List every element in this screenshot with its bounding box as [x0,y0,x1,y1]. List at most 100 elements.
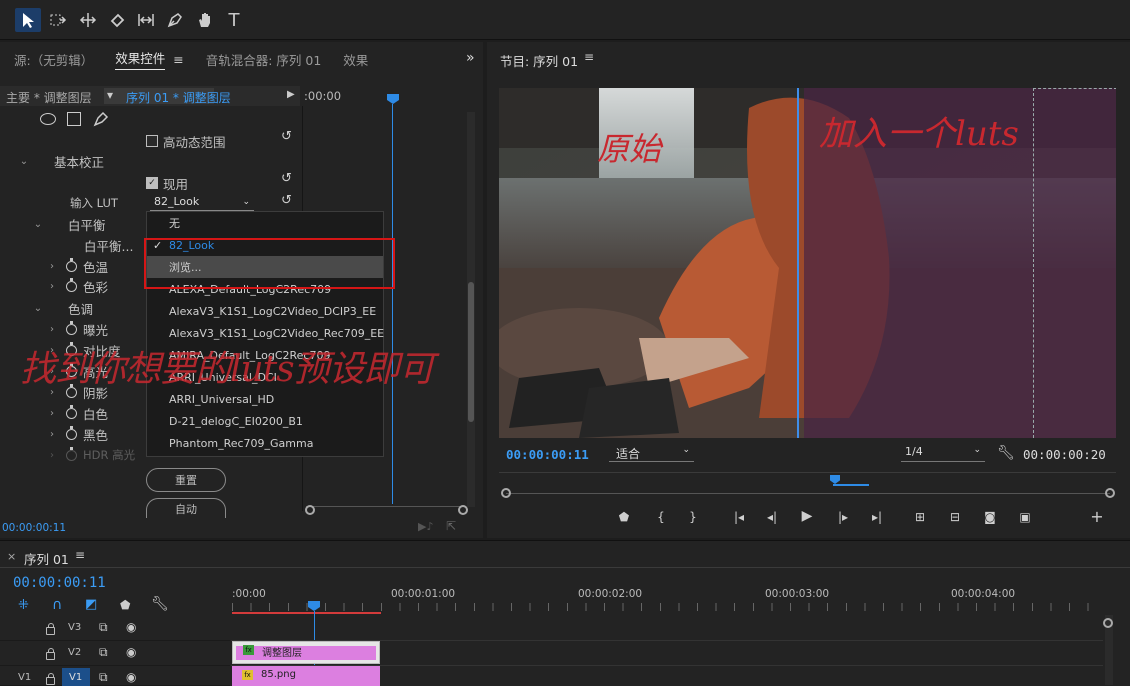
tab-effects[interactable]: 效果 [343,50,368,69]
add-marker-icon[interactable]: ⬟ [614,510,634,524]
camera-icon[interactable]: ◙ [980,510,1000,524]
lut-menu-item[interactable]: AlexaV3_K1S1_LogC2Video_DCIP3_EE [147,300,383,322]
selection-tool-icon[interactable] [15,8,41,32]
rect-mask-icon[interactable] [67,112,81,126]
stopwatch-icon[interactable] [66,404,77,419]
linked-selection-icon[interactable]: ◩ [85,597,97,612]
tint-row[interactable]: › 色彩 [44,276,108,296]
input-lut-dropdown[interactable]: 82_Look ⌄ [150,193,254,211]
lut-menu-item[interactable]: 无 [147,212,383,234]
add-marker-icon[interactable]: ⬟ [120,598,130,612]
track-name[interactable]: V2 [68,647,81,658]
chevron-down-icon[interactable]: ⌄ [30,303,46,314]
snap-magnet-icon[interactable]: ∩ [52,597,62,613]
go-to-in-icon[interactable]: |◂ [729,510,749,524]
resolution-dropdown[interactable]: 1/4 ⌄ [901,445,985,462]
snap-nest-icon[interactable]: ⁜ [18,598,29,613]
wrench-icon[interactable]: 🔧︎ [997,445,1015,461]
stopwatch-icon[interactable] [66,257,77,272]
reset-icon[interactable]: ↺ [281,171,292,186]
wrench-icon[interactable]: 🔧︎ [151,596,169,612]
razor-tool-icon[interactable] [104,8,130,32]
chevron-down-icon[interactable]: ⌄ [30,219,46,230]
scroll-handle[interactable] [1103,618,1113,628]
add-button-icon[interactable]: + [1087,507,1107,526]
ec-timecode[interactable]: 00:00:00:11 [2,522,66,534]
hdr-checkbox[interactable] [146,135,158,147]
lut-menu-item[interactable]: D-21_delogC_EI0200_B1 [147,410,383,432]
clip-dropdown-icon[interactable]: ▾ [107,88,113,102]
chevron-right-icon[interactable]: › [44,281,60,292]
go-to-out-icon[interactable]: ▸| [867,510,887,524]
panel-menu-icon[interactable]: ≡ [75,548,85,562]
white-balance-row[interactable]: ⌄ 白平衡 [30,214,106,234]
auto-button[interactable]: 自动 [146,498,226,518]
master-clip-label[interactable]: 主要 * 调整图层 [6,89,92,106]
tone-row[interactable]: ⌄ 色调 [30,298,93,318]
sync-lock-icon[interactable]: ⧉ [99,645,108,660]
panel-overflow-icon[interactable]: » [466,50,475,66]
extract-icon[interactable]: ⊟ [945,510,965,524]
ec-scrollbar[interactable] [467,112,475,507]
hand-tool-icon[interactable] [192,8,218,32]
whites-row[interactable]: › 白色 [44,403,108,423]
stopwatch-icon[interactable] [66,425,77,440]
slip-tool-icon[interactable] [133,8,159,32]
comparison-view-icon[interactable]: ▣ [1015,510,1035,524]
program-title[interactable]: 节目: 序列 01 [500,51,578,70]
eye-icon[interactable]: ◉ [126,620,136,634]
program-image[interactable]: 原始 加入一个luts [499,88,1116,438]
tab-source[interactable]: 源:（无剪辑） [14,50,93,69]
chevron-right-icon[interactable]: › [44,324,60,335]
eye-icon[interactable]: ◉ [126,645,136,659]
type-tool-icon[interactable]: T [221,8,247,32]
sequence-clip-label[interactable]: 序列 01 * 调整图层 [126,89,231,106]
sync-lock-icon[interactable]: ⧉ [99,670,108,685]
png-clip[interactable]: fx 85.png [232,666,380,686]
track-select-tool-icon[interactable] [45,8,71,32]
zoom-handle-left[interactable] [501,488,511,498]
sequence-tab[interactable]: 序列 01 [24,549,69,568]
close-icon[interactable]: × [7,550,16,563]
program-timecode[interactable]: 00:00:00:11 [506,447,589,462]
step-back-icon[interactable]: ◂| [762,510,782,524]
fit-dropdown[interactable]: 适合 ⌄ [609,445,694,462]
reset-icon[interactable]: ↺ [281,129,292,144]
eye-icon[interactable]: ◉ [126,670,136,684]
lock-icon[interactable] [46,648,55,660]
mark-out-icon[interactable]: } [683,510,703,524]
source-patch[interactable]: V1 [18,672,31,683]
blacks-row[interactable]: › 黑色 [44,424,108,444]
pen-tool-icon[interactable] [162,8,188,32]
reset-button[interactable]: 重置 [146,468,226,492]
panel-menu-icon[interactable]: ≡ [173,52,183,67]
basic-correction-row[interactable]: ⌄ 基本校正 [16,151,104,171]
timeline-timecode[interactable]: 00:00:00:11 [13,575,106,591]
track-name[interactable]: V3 [68,622,81,633]
temperature-row[interactable]: › 色温 [44,256,108,276]
chevron-down-icon[interactable]: ⌄ [16,156,32,167]
export-icon[interactable]: ⇱ [446,519,456,533]
adjustment-layer-clip[interactable]: fx 调整图层 [232,641,380,664]
chevron-right-icon[interactable]: › [44,408,60,419]
tab-audio-mixer[interactable]: 音轨混合器: 序列 01 [206,50,322,69]
chevron-right-icon[interactable]: › [44,261,60,272]
lift-icon[interactable]: ⊞ [910,510,930,524]
ec-scrollbar-thumb[interactable] [468,282,474,422]
exposure-row[interactable]: › 曝光 [44,319,108,339]
mark-in-icon[interactable]: { [651,510,671,524]
track-name[interactable]: V1 [69,672,82,683]
lock-icon[interactable] [46,673,55,685]
pen-mask-icon[interactable] [93,111,109,127]
tab-effect-controls[interactable]: 效果控件 [115,48,166,70]
step-forward-icon[interactable]: |▸ [833,510,853,524]
ripple-edit-tool-icon[interactable] [75,8,101,32]
play-audio-icon[interactable]: ▶♪ [418,520,433,533]
sync-lock-icon[interactable]: ⧉ [99,620,108,635]
zoom-handle-right[interactable] [458,505,468,515]
ellipse-mask-icon[interactable] [40,113,56,125]
play-icon[interactable]: ▶ [797,508,817,524]
panel-menu-icon[interactable]: ≡ [584,50,594,64]
zoom-scroll-bar[interactable] [506,493,1110,494]
timeline-scrollbar[interactable] [1103,615,1113,685]
